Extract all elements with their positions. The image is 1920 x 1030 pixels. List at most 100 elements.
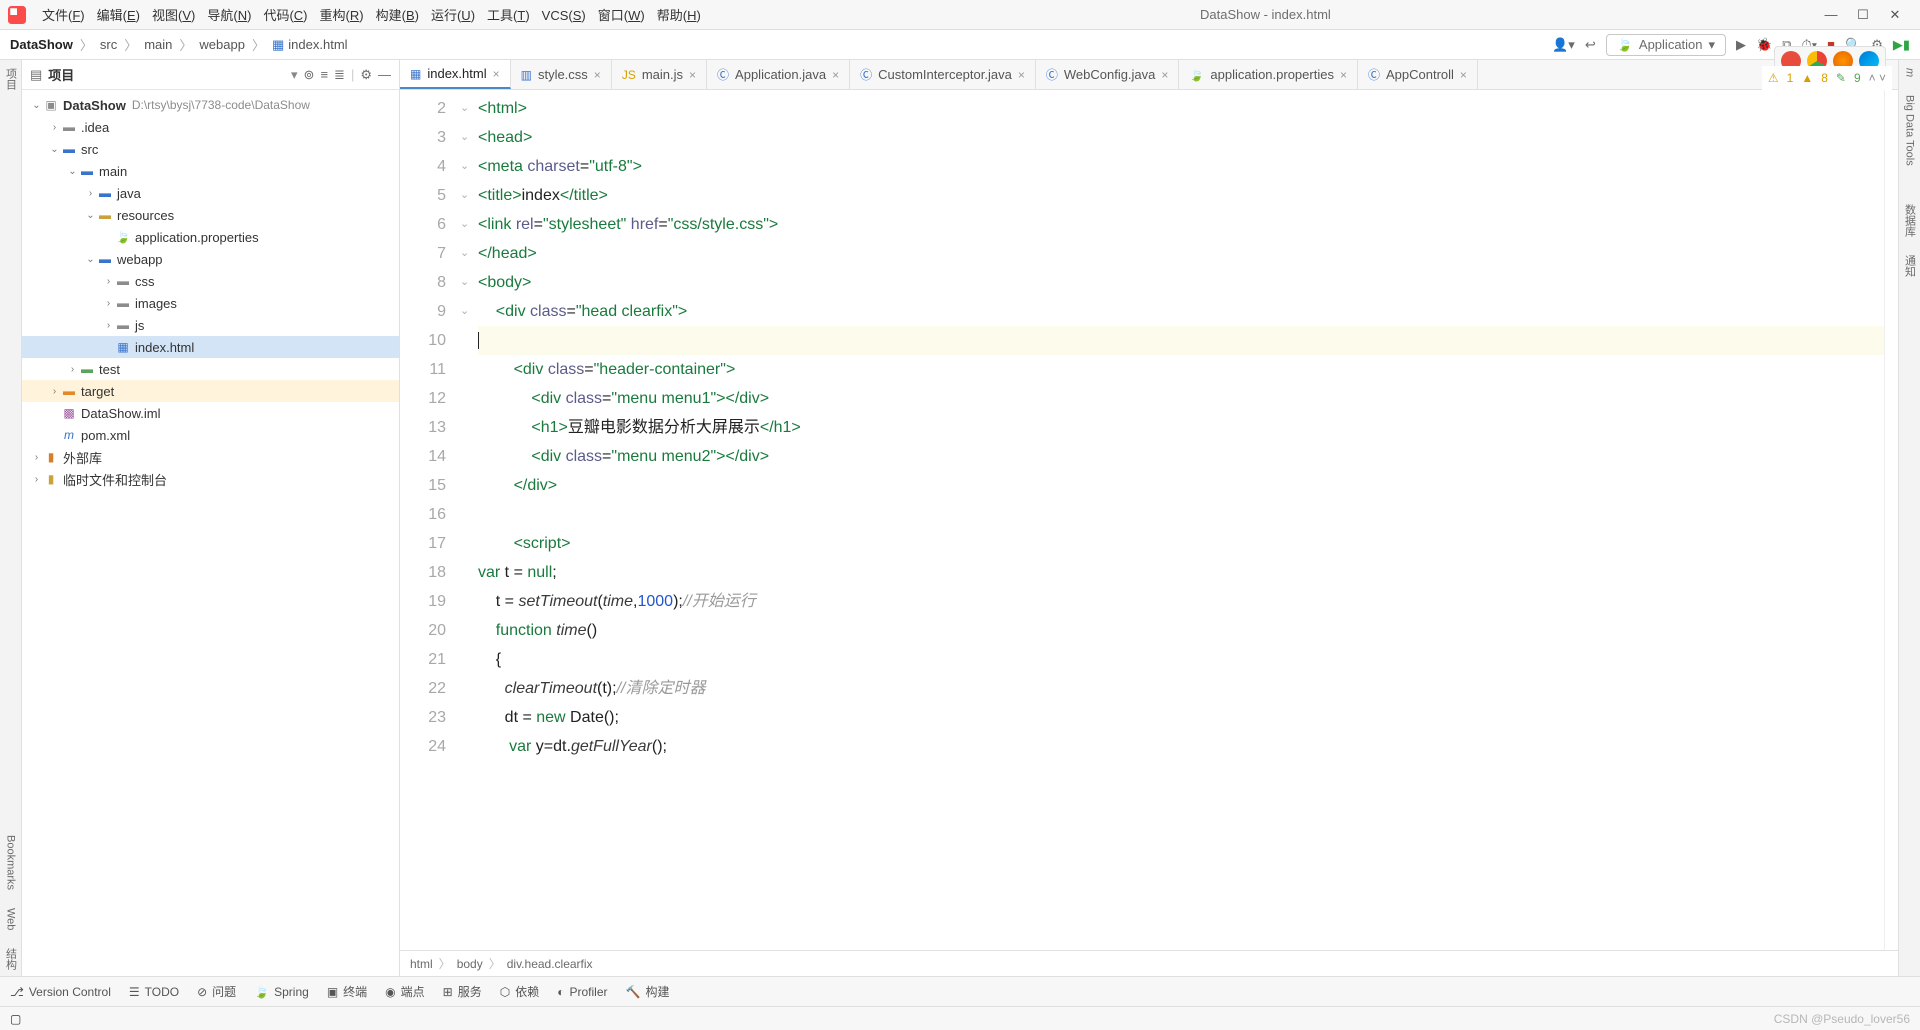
- close-icon[interactable]: ×: [832, 68, 839, 82]
- status-bar: ▢ CSDN @Pseudo_lover56: [0, 1006, 1920, 1030]
- menu-item[interactable]: VCS(S): [536, 8, 592, 23]
- inspection-indicators[interactable]: ⚠1 ▲8 ✎9 ˄ ˅: [1762, 66, 1892, 90]
- expand-all-icon[interactable]: ≡: [320, 67, 328, 82]
- debug-button[interactable]: 🐞: [1756, 37, 1772, 53]
- bottom-tool[interactable]: ⊘问题: [197, 983, 236, 1000]
- tree-row[interactable]: ▦index.html: [22, 336, 399, 358]
- right-tool-maven[interactable]: m: [1904, 68, 1916, 77]
- bottom-tool[interactable]: ◐Profiler: [557, 985, 607, 999]
- bottom-tool[interactable]: ⎇Version Control: [10, 985, 111, 999]
- editor-area: ▦index.html×▥style.css×JSmain.js×ⒸApplic…: [400, 60, 1898, 976]
- left-tool-structure[interactable]: 结构: [3, 948, 19, 970]
- tree-row[interactable]: ⌄▬src: [22, 138, 399, 160]
- tree-root[interactable]: ⌄▣DataShowD:\rtsy\bysj\7738-code\DataSho…: [22, 94, 399, 116]
- left-tool-project[interactable]: 项目: [3, 68, 19, 90]
- target-icon[interactable]: ⊚: [304, 67, 315, 83]
- editor-tab[interactable]: ⒸAppControll×: [1358, 60, 1478, 89]
- tree-row[interactable]: ›▬test: [22, 358, 399, 380]
- run-button[interactable]: ▶: [1736, 37, 1746, 53]
- hide-button[interactable]: —: [378, 67, 391, 82]
- sidebar-title[interactable]: 项目: [48, 65, 285, 84]
- chevron-updown-icon[interactable]: ˄ ˅: [1869, 71, 1886, 85]
- project-sidebar: ▤ 项目 ▾ ⊚ ≡ ≣ | ⚙ — ⌄▣DataShowD:\rtsy\bys…: [22, 60, 400, 976]
- tree-row[interactable]: ⌄▬resources: [22, 204, 399, 226]
- tree-row[interactable]: ⌄▬main: [22, 160, 399, 182]
- tree-row[interactable]: ›▬.idea: [22, 116, 399, 138]
- tree-row[interactable]: 🍃application.properties: [22, 226, 399, 248]
- editor-tab[interactable]: ⒸCustomInterceptor.java×: [850, 60, 1036, 89]
- editor-tab[interactable]: ⒸWebConfig.java×: [1036, 60, 1180, 89]
- status-icon[interactable]: ▢: [10, 1012, 21, 1026]
- left-tool-web[interactable]: Web: [5, 908, 17, 930]
- close-button[interactable]: ✕: [1888, 7, 1902, 23]
- tree-row[interactable]: ▩DataShow.iml: [22, 402, 399, 424]
- left-tool-strip: 项目 Bookmarks Web 结构: [0, 60, 22, 976]
- tree-row[interactable]: ›▬images: [22, 292, 399, 314]
- tree-extra[interactable]: ›▮临时文件和控制台: [22, 468, 399, 490]
- menu-item[interactable]: 窗口(W): [592, 8, 651, 23]
- close-icon[interactable]: ×: [1161, 68, 1168, 82]
- watermark: CSDN @Pseudo_lover56: [1774, 1012, 1910, 1026]
- chevron-down-icon[interactable]: ▾: [291, 67, 298, 83]
- menu-item[interactable]: 帮助(H): [651, 8, 707, 23]
- run-anything-icon[interactable]: ▶▮: [1893, 37, 1910, 53]
- bottom-tool[interactable]: ☰TODO: [129, 985, 179, 999]
- marker-stripe[interactable]: [1884, 90, 1898, 950]
- menu-item[interactable]: 构建(B): [370, 8, 425, 23]
- close-icon[interactable]: ×: [493, 67, 500, 81]
- close-icon[interactable]: ×: [1460, 68, 1467, 82]
- menu-item[interactable]: 工具(T): [481, 8, 536, 23]
- close-icon[interactable]: ×: [1340, 68, 1347, 82]
- bottom-tool[interactable]: 🔨构建: [626, 983, 670, 1000]
- menu-item[interactable]: 运行(U): [425, 8, 481, 23]
- editor-tab[interactable]: ▦index.html×: [400, 60, 511, 89]
- left-tool-bookmarks[interactable]: Bookmarks: [5, 835, 17, 890]
- tree-row[interactable]: ›▬java: [22, 182, 399, 204]
- close-icon[interactable]: ×: [1018, 68, 1025, 82]
- code-editor[interactable]: 23456789101112131415161718192021222324 ⌄…: [400, 90, 1898, 950]
- run-config-selector[interactable]: 🍃Application▾: [1606, 34, 1726, 56]
- tree-row[interactable]: mpom.xml: [22, 424, 399, 446]
- project-view-icon: ▤: [30, 67, 42, 83]
- menu-item[interactable]: 重构(R): [314, 8, 370, 23]
- editor-tab[interactable]: JSmain.js×: [612, 60, 707, 89]
- gear-icon[interactable]: ⚙: [360, 67, 372, 83]
- menu-item[interactable]: 文件(F): [36, 8, 91, 23]
- right-tool-database[interactable]: 数据库: [1902, 204, 1918, 237]
- editor-tab[interactable]: ▥style.css×: [511, 60, 612, 89]
- minimize-button[interactable]: —: [1824, 7, 1838, 23]
- user-icon[interactable]: 👤▾: [1552, 37, 1575, 53]
- structure-breadcrumb[interactable]: html〉 body〉 div.head.clearfix: [400, 950, 1898, 976]
- breadcrumb-root[interactable]: DataShow: [10, 37, 73, 52]
- tree-row[interactable]: ›▬css: [22, 270, 399, 292]
- bottom-tool[interactable]: 🍃Spring: [254, 985, 309, 999]
- bottom-tool[interactable]: ⊞服务: [443, 983, 482, 1000]
- right-tool-bigdata[interactable]: Big Data Tools: [1904, 95, 1916, 166]
- line-gutter[interactable]: 23456789101112131415161718192021222324: [400, 90, 460, 950]
- menu-item[interactable]: 编辑(E): [91, 8, 146, 23]
- tree-row[interactable]: ›▬js: [22, 314, 399, 336]
- back-arrow-icon[interactable]: ↩: [1585, 37, 1596, 53]
- collapse-all-icon[interactable]: ≣: [334, 67, 345, 83]
- right-tool-strip: m Big Data Tools 数据库 通知: [1898, 60, 1920, 976]
- maximize-button[interactable]: ☐: [1856, 7, 1870, 23]
- menu-item[interactable]: 视图(V): [146, 8, 201, 23]
- close-icon[interactable]: ×: [594, 68, 601, 82]
- code-content[interactable]: <html><head><meta charset="utf-8"><title…: [478, 90, 1884, 950]
- tree-row[interactable]: ›▬target: [22, 380, 399, 402]
- editor-tabs: ▦index.html×▥style.css×JSmain.js×ⒸApplic…: [400, 60, 1898, 90]
- bottom-tool[interactable]: ◉端点: [385, 983, 425, 1000]
- tree-extra[interactable]: ›▮外部库: [22, 446, 399, 468]
- right-tool-notifications[interactable]: 通知: [1902, 255, 1918, 277]
- menu-item[interactable]: 代码(C): [257, 8, 313, 23]
- bottom-tool[interactable]: ▣终端: [327, 983, 367, 1000]
- menu-item[interactable]: 导航(N): [201, 8, 257, 23]
- fold-gutter[interactable]: ⌄⌄⌄⌄⌄⌄⌄⌄: [460, 90, 478, 950]
- project-tree[interactable]: ⌄▣DataShowD:\rtsy\bysj\7738-code\DataSho…: [22, 90, 399, 976]
- bottom-tool[interactable]: ⬡依赖: [500, 983, 540, 1000]
- editor-tab[interactable]: ⒸApplication.java×: [707, 60, 850, 89]
- tree-row[interactable]: ⌄▬webapp: [22, 248, 399, 270]
- close-icon[interactable]: ×: [689, 68, 696, 82]
- breadcrumb[interactable]: DataShow 〉src 〉main 〉webapp 〉▦index.html: [10, 35, 348, 54]
- editor-tab[interactable]: 🍃application.properties×: [1179, 60, 1358, 89]
